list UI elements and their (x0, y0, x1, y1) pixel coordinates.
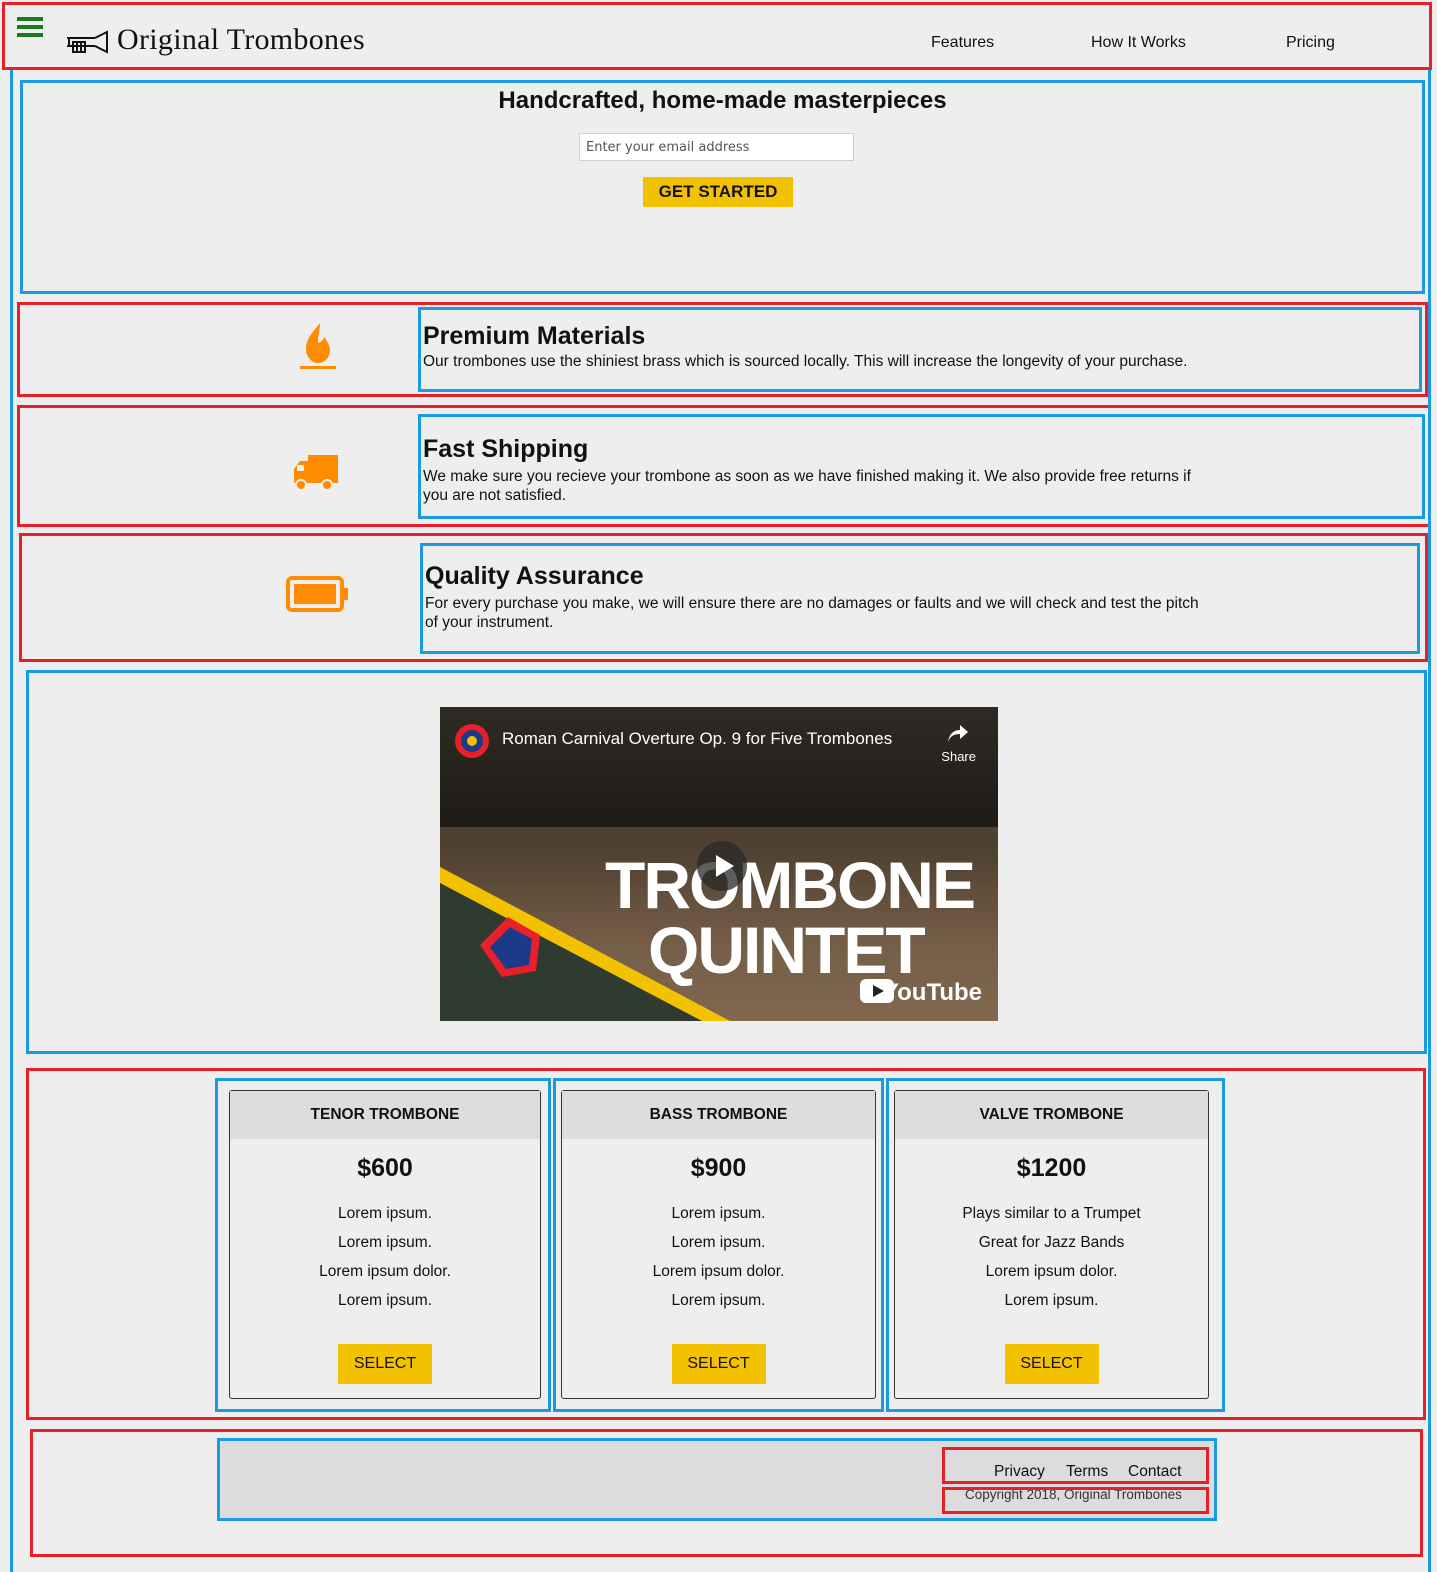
feature-title: Fast Shipping (423, 435, 589, 463)
feature-description: Our trombones use the shiniest brass whi… (423, 353, 1188, 370)
feature-description: We make sure you recieve your trombone a… (423, 468, 1191, 504)
nav-link-how-it-works[interactable]: How It Works (1091, 34, 1186, 52)
nav-link-pricing[interactable]: Pricing (1286, 34, 1335, 52)
plan-feature: Lorem ipsum. (671, 1234, 766, 1251)
plan-name: TENOR TROMBONE (230, 1091, 540, 1139)
embedded-video-player[interactable]: Roman Carnival Overture Op. 9 for Five T… (440, 707, 998, 1021)
select-valve-button[interactable]: SELECT (1004, 1344, 1099, 1384)
youtube-label[interactable]: YouTube (883, 979, 982, 1007)
plan-feature-list: Plays similar to a Trumpet Great for Jaz… (895, 1199, 1208, 1315)
footer-link-contact[interactable]: Contact (1128, 1463, 1181, 1481)
plan-feature-list: Lorem ipsum. Lorem ipsum. Lorem ipsum do… (562, 1199, 875, 1315)
battery-icon (286, 576, 348, 612)
plan-feature: Lorem ipsum dolor. (985, 1263, 1118, 1280)
pricing-card-tenor: TENOR TROMBONE $600 Lorem ipsum. Lorem i… (229, 1090, 541, 1399)
pricing-card-wrapper: TENOR TROMBONE $600 Lorem ipsum. Lorem i… (215, 1078, 551, 1412)
plan-name: VALVE TROMBONE (895, 1091, 1208, 1139)
copyright-text: Copyright 2018, Original Trombones (965, 1487, 1182, 1502)
video-overlay-title-2: QUINTET (648, 913, 926, 987)
pricing-section: TENOR TROMBONE $600 Lorem ipsum. Lorem i… (26, 1068, 1426, 1420)
feature-description: For every purchase you make, we will ens… (425, 595, 1199, 631)
feature-row-fast-shipping: Fast Shipping We make sure you recieve y… (17, 405, 1431, 527)
pricing-card-wrapper: BASS TROMBONE $900 Lorem ipsum. Lorem ip… (553, 1078, 884, 1412)
plan-feature: Plays similar to a Trumpet (962, 1205, 1141, 1222)
page-frame-right (1428, 70, 1431, 1572)
feature-title: Quality Assurance (425, 562, 644, 590)
play-icon (716, 855, 734, 877)
plan-feature: Lorem ipsum. (338, 1292, 432, 1309)
pricing-card-bass: BASS TROMBONE $900 Lorem ipsum. Lorem ip… (561, 1090, 876, 1399)
email-input[interactable] (579, 133, 854, 161)
plan-name: BASS TROMBONE (562, 1091, 875, 1139)
truck-icon (294, 455, 338, 491)
hero-section: Handcrafted, home-made masterpieces GET … (20, 80, 1425, 294)
plan-price: $900 (690, 1154, 747, 1182)
feature-content: Premium Materials Our trombones use the … (418, 307, 1422, 392)
plan-feature: Lorem ipsum dolor. (652, 1263, 785, 1280)
fire-icon (300, 323, 336, 369)
feature-row-quality-assurance: Quality Assurance For every purchase you… (19, 533, 1428, 662)
hero-title: Handcrafted, home-made masterpieces (498, 87, 947, 114)
plan-feature: Lorem ipsum. (671, 1205, 766, 1222)
share-label[interactable]: Share (941, 749, 976, 764)
plan-price: $1200 (1016, 1154, 1087, 1182)
pricing-card-wrapper: VALVE TROMBONE $1200 Plays similar to a … (886, 1078, 1225, 1412)
plan-feature: Lorem ipsum. (1004, 1292, 1099, 1309)
plan-feature: Lorem ipsum. (671, 1292, 766, 1309)
plan-feature: Lorem ipsum. (338, 1205, 432, 1222)
page-frame-left (10, 70, 13, 1572)
select-bass-button[interactable]: SELECT (671, 1344, 766, 1384)
feature-content: Quality Assurance For every purchase you… (420, 543, 1420, 654)
plan-feature: Lorem ipsum. (338, 1234, 432, 1251)
plan-feature: Lorem ipsum dolor. (319, 1263, 451, 1280)
hamburger-menu-icon[interactable] (17, 17, 43, 39)
plan-feature: Great for Jazz Bands (978, 1234, 1125, 1251)
pricing-card-valve: VALVE TROMBONE $1200 Plays similar to a … (894, 1090, 1209, 1399)
footer-link-terms[interactable]: Terms (1066, 1463, 1108, 1481)
trombone-logo-icon[interactable] (65, 30, 109, 56)
video-title[interactable]: Roman Carnival Overture Op. 9 for Five T… (502, 729, 892, 749)
channel-avatar-icon[interactable] (454, 723, 490, 759)
feature-row-premium-materials: Premium Materials Our trombones use the … (17, 302, 1428, 397)
site-header: Original Trombones Features How It Works… (2, 2, 1432, 70)
plan-price: $600 (357, 1154, 413, 1182)
site-logo-text[interactable]: Original Trombones (117, 23, 365, 57)
get-started-button[interactable]: GET STARTED (643, 177, 793, 207)
share-icon[interactable] (946, 723, 970, 745)
play-button[interactable] (697, 841, 747, 891)
select-tenor-button[interactable]: SELECT (338, 1344, 432, 1384)
video-section: Roman Carnival Overture Op. 9 for Five T… (26, 670, 1427, 1054)
feature-title: Premium Materials (423, 322, 646, 350)
feature-content: Fast Shipping We make sure you recieve y… (418, 414, 1425, 519)
footer-copyright-box: Copyright 2018, Original Trombones (942, 1487, 1209, 1514)
footer-links: Privacy Terms Contact (942, 1447, 1209, 1484)
footer-link-privacy[interactable]: Privacy (994, 1463, 1045, 1481)
nav-link-features[interactable]: Features (931, 34, 994, 52)
plan-feature-list: Lorem ipsum. Lorem ipsum. Lorem ipsum do… (230, 1199, 540, 1315)
